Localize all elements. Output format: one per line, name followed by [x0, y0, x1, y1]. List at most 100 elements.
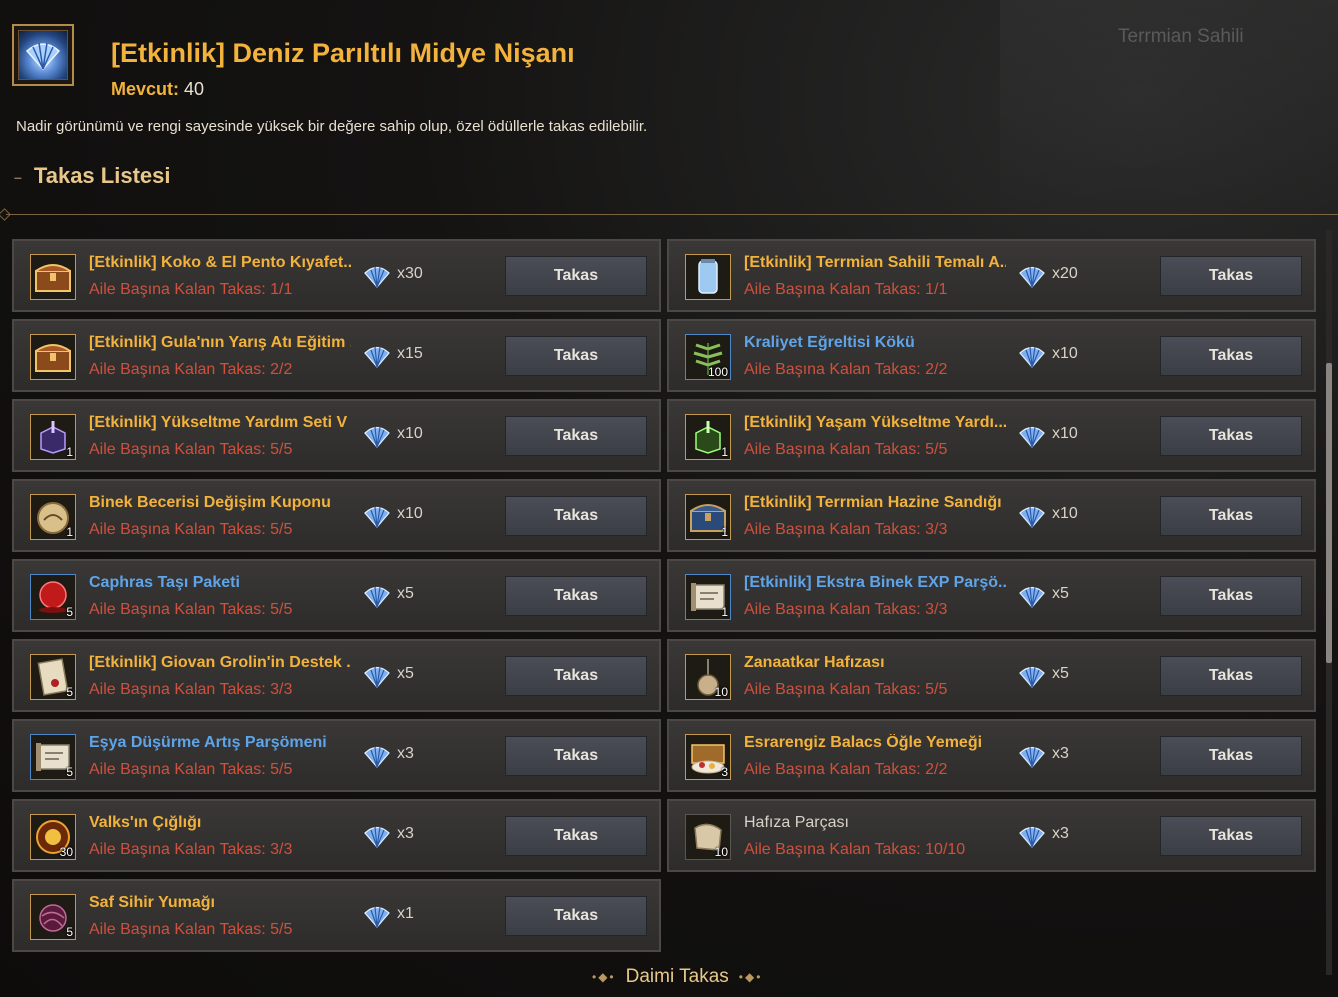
coupon-icon[interactable]: 1: [30, 494, 76, 540]
item-quantity: 5: [66, 925, 73, 939]
divider: [6, 214, 1338, 215]
section-title: – Takas Listesi: [14, 163, 170, 189]
memory-icon[interactable]: 10: [685, 654, 731, 700]
remaining-value: 2/2: [270, 361, 293, 378]
exchange-button[interactable]: Takas: [1160, 256, 1302, 296]
letter-icon[interactable]: 5: [30, 654, 76, 700]
item-quantity: 100: [707, 365, 728, 379]
shell-currency-icon: [363, 902, 391, 930]
item-cost: x5: [397, 665, 414, 682]
scroll-icon[interactable]: 1: [685, 574, 731, 620]
remaining-value: 5/5: [270, 921, 293, 938]
exchange-button[interactable]: Takas: [1160, 656, 1302, 696]
owned-value: 40: [184, 79, 205, 99]
treasure-chest-icon[interactable]: 1: [685, 494, 731, 540]
item-cost: x20: [1052, 265, 1078, 282]
fern-icon[interactable]: 100: [685, 334, 731, 380]
shell-currency-icon: [1018, 662, 1046, 690]
shell-currency-icon: [363, 502, 391, 530]
shell-currency-icon: [363, 422, 391, 450]
permanent-exchange-tab[interactable]: •◆• Daimi Takas •◆•: [592, 966, 762, 988]
item-cost: x10: [397, 425, 423, 442]
item-cost: x5: [397, 585, 414, 602]
item-name: [Etkinlik] Terrmian Sahili Temalı A...: [744, 254, 1006, 271]
item-quantity: 5: [66, 685, 73, 699]
shell-currency-icon: [1018, 262, 1046, 290]
food-icon[interactable]: 3: [685, 734, 731, 780]
exchange-button[interactable]: Takas: [1160, 416, 1302, 456]
item-name: [Etkinlik] Gula'nın Yarış Atı Eğitim ...: [89, 334, 351, 351]
chest-icon[interactable]: [30, 254, 76, 300]
remaining-label: Aile Başına Kalan Takas:: [89, 921, 266, 938]
exchange-button[interactable]: Takas: [505, 736, 647, 776]
remaining-label: Aile Başına Kalan Takas:: [744, 681, 921, 698]
item-name: [Etkinlik] Yaşam Yükseltme Yardı...: [744, 414, 1006, 431]
shell-currency-icon: [363, 822, 391, 850]
remaining-label: Aile Başına Kalan Takas:: [744, 281, 921, 298]
exchange-button[interactable]: Takas: [1160, 576, 1302, 616]
purple-box-icon[interactable]: 1: [30, 414, 76, 460]
remaining-exchanges: Aile Başına Kalan Takas: 5/5: [89, 441, 292, 459]
item-cost: x3: [397, 825, 414, 842]
chest-icon[interactable]: [30, 334, 76, 380]
remaining-label: Aile Başına Kalan Takas:: [89, 761, 266, 778]
shell-currency-icon: [1018, 342, 1046, 370]
exchange-button[interactable]: Takas: [1160, 816, 1302, 856]
remaining-label: Aile Başına Kalan Takas:: [89, 521, 266, 538]
remaining-exchanges: Aile Başına Kalan Takas: 2/2: [744, 361, 947, 379]
item-quantity: 1: [66, 445, 73, 459]
exchange-panel: [Etkinlik] Deniz Parıltılı Midye Nişanı …: [0, 0, 1338, 997]
exchange-button[interactable]: Takas: [505, 656, 647, 696]
item-description: Nadir görünümü ve rengi sayesinde yüksek…: [16, 118, 648, 135]
remaining-label: Aile Başına Kalan Takas:: [744, 841, 921, 858]
item-quantity: 30: [59, 845, 73, 859]
item-cost: x10: [1052, 505, 1078, 522]
fragment-icon[interactable]: 10: [685, 814, 731, 860]
remaining-value: 3/3: [270, 681, 293, 698]
remaining-exchanges: Aile Başına Kalan Takas: 5/5: [744, 681, 947, 699]
shell-currency-icon: [1018, 502, 1046, 530]
exchange-item-card: 10 Zanaatkar Hafızası Aile Başına Kalan Ta…: [667, 639, 1316, 712]
exchange-button[interactable]: Takas: [505, 416, 647, 456]
exchange-button[interactable]: Takas: [505, 496, 647, 536]
item-cost: x15: [397, 345, 423, 362]
item-quantity: 10: [714, 685, 728, 699]
exchange-button[interactable]: Takas: [505, 816, 647, 856]
remaining-label: Aile Başına Kalan Takas:: [744, 441, 921, 458]
exchange-item-card: 5 Saf Sihir Yumağı Aile Başına Kalan Takas…: [12, 879, 661, 952]
remaining-label: Aile Başına Kalan Takas:: [89, 841, 266, 858]
exchange-button[interactable]: Takas: [505, 336, 647, 376]
remaining-exchanges: Aile Başına Kalan Takas: 3/3: [744, 521, 947, 539]
page-title: [Etkinlik] Deniz Parıltılı Midye Nişanı: [111, 38, 575, 68]
remaining-value: 5/5: [270, 521, 293, 538]
remaining-label: Aile Başına Kalan Takas:: [89, 281, 266, 298]
red-stone-icon[interactable]: 5: [30, 574, 76, 620]
remaining-value: 3/3: [925, 601, 948, 618]
exchange-item-card: 5 Caphras Taşı Paketi Aile Başına Kalan Ta…: [12, 559, 661, 632]
scroll-icon[interactable]: 5: [30, 734, 76, 780]
scrollbar-thumb[interactable]: [1326, 363, 1332, 663]
shell-currency-icon: [1018, 422, 1046, 450]
remaining-label: Aile Başına Kalan Takas:: [89, 601, 266, 618]
item-name: Esrarengiz Balacs Öğle Yemeği: [744, 734, 983, 751]
green-box-icon[interactable]: 1: [685, 414, 731, 460]
item-name: Hafıza Parçası: [744, 814, 849, 831]
exchange-button[interactable]: Takas: [505, 576, 647, 616]
remaining-exchanges: Aile Başına Kalan Takas: 5/5: [89, 601, 292, 619]
exchange-button[interactable]: Takas: [505, 896, 647, 936]
exchange-item-card: 30 Valks'ın Çığlığı Aile Başına Kalan Taka…: [12, 799, 661, 872]
item-quantity: 1: [721, 445, 728, 459]
jar-icon[interactable]: [685, 254, 731, 300]
remaining-value: 1/1: [925, 281, 948, 298]
exchange-button[interactable]: Takas: [1160, 736, 1302, 776]
remaining-exchanges: Aile Başına Kalan Takas: 3/3: [89, 841, 292, 859]
exchange-button[interactable]: Takas: [505, 256, 647, 296]
shell-currency-icon: [1018, 582, 1046, 610]
remaining-exchanges: Aile Başına Kalan Takas: 5/5: [89, 521, 292, 539]
exchange-button[interactable]: Takas: [1160, 336, 1302, 376]
yarn-icon[interactable]: 5: [30, 894, 76, 940]
ornament-right-icon: •◆•: [738, 970, 763, 984]
item-cost: x30: [397, 265, 423, 282]
orb-icon[interactable]: 30: [30, 814, 76, 860]
exchange-button[interactable]: Takas: [1160, 496, 1302, 536]
